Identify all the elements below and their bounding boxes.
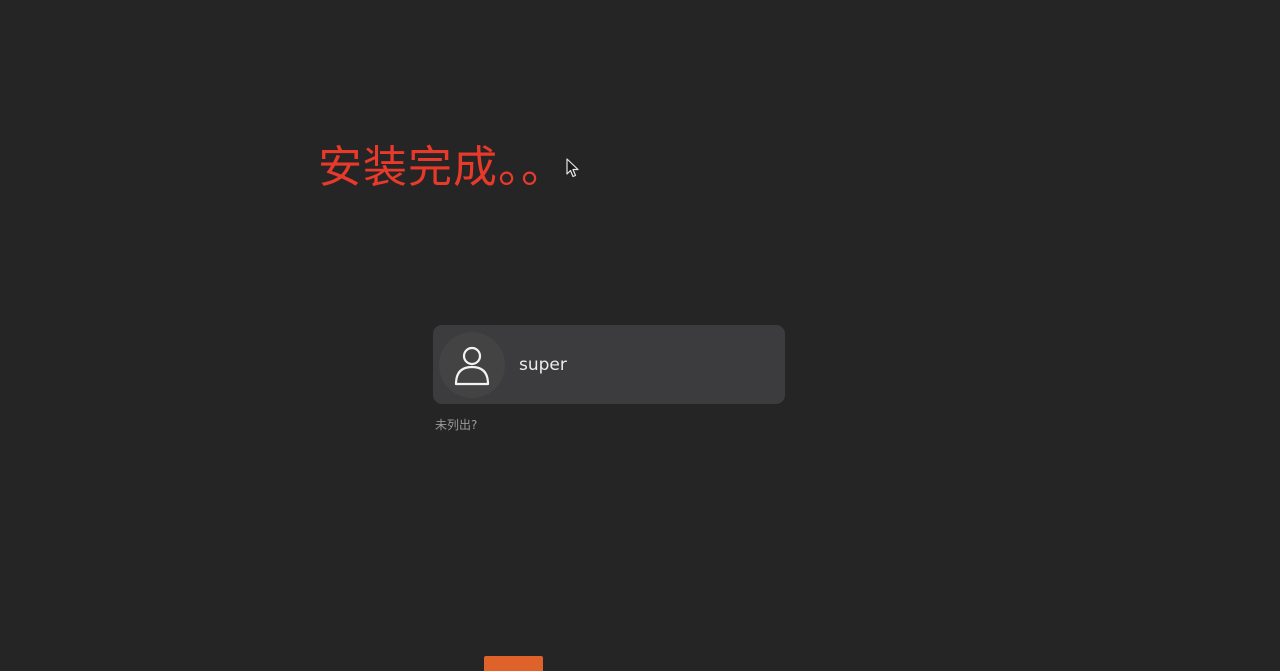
bottom-accent-tab	[484, 656, 543, 671]
user-avatar-icon	[439, 331, 505, 398]
username-label: super	[519, 354, 567, 375]
user-card-super[interactable]: super	[433, 325, 785, 404]
login-screen: 安装完成。。 super 未列出?	[0, 0, 1280, 671]
mouse-pointer-icon	[566, 158, 579, 178]
overlay-caption: 安装完成。。	[318, 142, 566, 193]
not-listed-link[interactable]: 未列出?	[435, 416, 477, 433]
